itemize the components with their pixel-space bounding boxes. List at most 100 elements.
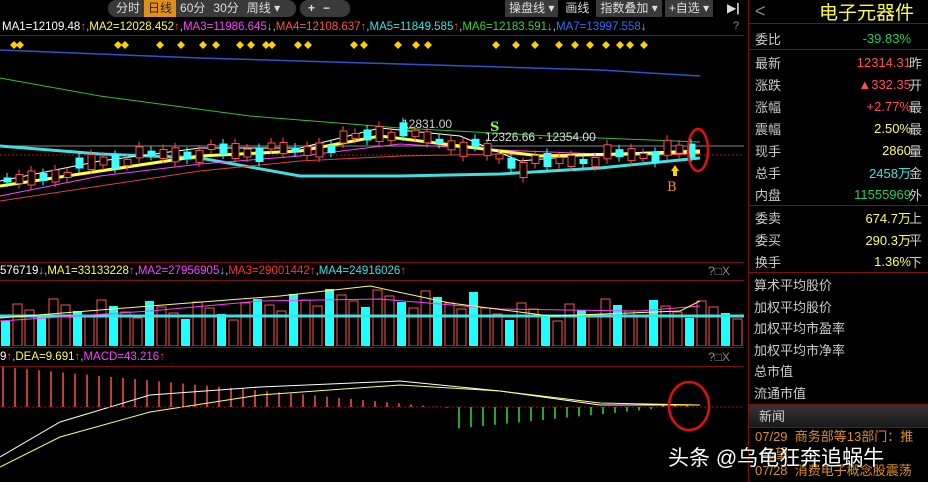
candle <box>483 143 492 157</box>
volume-bar <box>228 319 239 346</box>
quote-label-cut: 下 <box>909 254 923 270</box>
quote-label-cut: 上 <box>909 210 923 226</box>
back-button[interactable]: < <box>749 1 809 22</box>
volume-bar <box>348 300 359 346</box>
collapse-panel-button[interactable]: ▶| <box>727 1 740 15</box>
candle <box>147 150 156 156</box>
candle <box>291 147 300 153</box>
quote-label: 内盘 <box>755 187 782 203</box>
volume-bar <box>708 306 719 346</box>
legend-item: DEA=9.691 <box>15 351 75 363</box>
candle <box>387 131 396 141</box>
vol-ma1-line <box>0 285 701 319</box>
stat-item[interactable]: 加权平均市净率 <box>749 340 928 362</box>
dif-line <box>0 380 700 458</box>
quote-value: 674.7万 <box>865 210 911 226</box>
panel-controls[interactable]: ?□X <box>708 350 730 364</box>
volume-bar <box>37 316 46 346</box>
candle <box>495 153 504 160</box>
trend-arrow: ↓ <box>640 21 647 33</box>
candle <box>507 157 516 169</box>
volume-bar <box>721 313 730 346</box>
candle <box>3 177 12 183</box>
signal-diamond <box>602 41 610 49</box>
quote-row: 涨跌 ▲332.35 开 <box>749 73 928 95</box>
quote-label-cut: 昨 <box>909 55 923 71</box>
quote-value: 2.50% <box>874 120 911 136</box>
zoom-out-button[interactable]: − <box>319 0 334 17</box>
candle <box>255 148 264 162</box>
candle <box>459 141 468 157</box>
draw-line-button[interactable]: 画线 <box>561 0 593 17</box>
volume-bar <box>600 298 611 346</box>
tab-period-daily[interactable]: 日线 <box>144 0 177 17</box>
candle <box>51 169 60 183</box>
tab-period[interactable]: 分时 <box>112 0 144 17</box>
candle <box>243 148 252 158</box>
tab-period-weekly[interactable]: 周线 ▾ <box>243 0 284 17</box>
stat-item[interactable]: 算术平均股价 <box>749 275 928 297</box>
volume-bar <box>12 303 23 346</box>
volume-bar <box>240 302 251 346</box>
stat-item[interactable]: 流通市值 <box>749 383 928 405</box>
signal-diamond <box>177 41 185 49</box>
candle <box>471 138 480 147</box>
volume-bar <box>48 298 59 346</box>
signal-diamond <box>586 41 594 49</box>
signal-diamond <box>555 41 563 49</box>
candle <box>567 155 576 167</box>
add-watchlist-button[interactable]: +自选 ▾ <box>664 0 714 17</box>
tab-period[interactable]: 60分 <box>176 0 209 17</box>
volume-bar <box>217 314 226 346</box>
stat-item[interactable]: 加权平均股价 <box>749 297 928 319</box>
volume-bar <box>204 307 215 346</box>
candle <box>639 153 648 159</box>
candle <box>447 140 456 151</box>
volume-bar <box>336 294 347 346</box>
zoom-in-button[interactable]: + <box>304 0 319 17</box>
candlestick-chart[interactable] <box>0 36 744 262</box>
quote-row: 内盘 11555969 外 <box>749 183 928 205</box>
quote-value: 2458万 <box>869 165 911 181</box>
volume-bar <box>132 317 143 346</box>
tab-period[interactable]: 30分 <box>209 0 242 17</box>
stat-item[interactable]: 总市值 <box>749 361 928 383</box>
candle <box>99 156 108 166</box>
quote-value: 1.36% <box>874 253 911 269</box>
stat-item[interactable]: 加权平均市盈率 <box>749 318 928 340</box>
sell-signal-marker: S <box>490 120 500 135</box>
volume-bar <box>312 305 323 346</box>
watermark: 头条 @乌龟狂奔追蜗牛 <box>668 447 885 470</box>
index-overlay-button[interactable]: 指数叠加 ▾ <box>596 0 662 17</box>
quote-label: 现手 <box>755 143 782 159</box>
help-icon[interactable]: ? <box>733 20 739 32</box>
legend-item: MA2=27956905 <box>137 265 220 277</box>
candle <box>411 129 420 137</box>
highlight-circle <box>686 127 710 173</box>
trend-arrow: ↑ <box>159 351 165 363</box>
volume-bar <box>181 319 190 346</box>
quote-label: 换手 <box>755 254 782 270</box>
volume-bar <box>649 300 658 346</box>
legend-item: MA4=24916026 <box>318 265 401 277</box>
macd-legend: 9↑,DEA=9.691↑,MACD=43.216↑ <box>0 351 165 363</box>
signal-diamond <box>304 41 312 49</box>
candle <box>543 153 552 167</box>
candle <box>159 149 168 159</box>
legend-item: MACD=43.216 <box>83 351 160 363</box>
volume-bar <box>192 301 203 346</box>
quote-value: +2.77% <box>866 98 911 114</box>
signal-diamond <box>199 41 207 49</box>
signal-diamond <box>412 41 420 49</box>
candle <box>267 142 276 150</box>
candle <box>327 145 336 153</box>
signal-diamond <box>268 41 276 49</box>
volume-bar <box>408 307 419 346</box>
candle <box>183 151 192 160</box>
candle <box>303 146 312 156</box>
signal-diamond <box>114 41 122 49</box>
operation-line-button[interactable]: 操盘线 ▾ <box>505 0 559 17</box>
quote-label-cut: 最 <box>909 99 923 115</box>
panel-controls[interactable]: ?□X <box>708 264 730 278</box>
legend-item: MA5=11849.585 <box>369 21 454 33</box>
